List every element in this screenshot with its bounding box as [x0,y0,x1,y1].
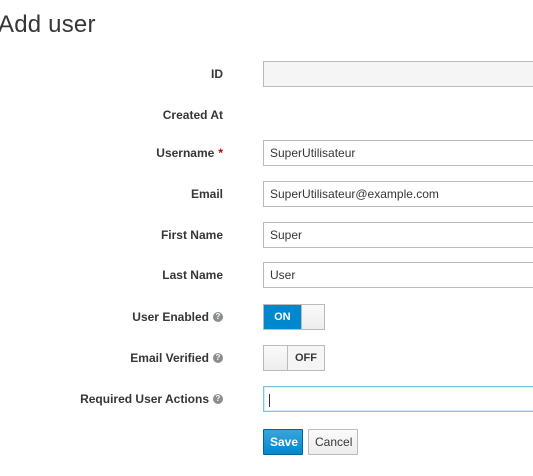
form-actions: Save Cancel [0,429,533,457]
username-label-text: Username [156,146,215,160]
required-user-actions-label-text: Required User Actions [80,392,209,406]
cancel-button[interactable]: Cancel [308,429,358,455]
username-field[interactable] [263,140,533,166]
user-enabled-label-text: User Enabled [132,310,209,324]
id-field[interactable] [263,61,533,87]
toggle-handle [264,346,288,370]
save-button[interactable]: Save [263,429,303,455]
last-name-field[interactable] [263,262,533,288]
toggle-off-label: OFF [288,346,324,370]
required-user-actions-label: Required User Actions ? [80,392,223,406]
question-circle-icon[interactable]: ? [213,394,223,404]
form-row-email: Email [0,181,533,209]
email-label-text: Email [190,187,223,201]
email-label: Email [191,187,223,201]
form-row-last-name: Last Name [0,262,533,290]
last-name-label: Last Name [162,268,223,282]
id-label: ID [211,67,223,81]
toggle-handle [300,305,324,329]
email-verified-toggle[interactable]: OFF [263,345,325,371]
created-at-label-text: Created At [162,108,223,122]
form-row-id: ID [0,61,533,89]
question-circle-icon[interactable]: ? [213,353,223,363]
form-row-created-at: Created At [0,102,533,130]
form-row-first-name: First Name [0,222,533,250]
last-name-label-text: Last Name [162,268,223,282]
user-enabled-toggle[interactable]: ON [263,304,325,330]
text-cursor [269,394,270,407]
form-row-username: Username * [0,140,533,168]
first-name-label: First Name [161,228,223,242]
first-name-label-text: First Name [160,228,223,242]
required-user-actions-field[interactable] [263,386,533,412]
required-marker: * [218,146,223,160]
email-verified-label: Email Verified ? [130,351,223,365]
question-circle-icon[interactable]: ? [213,312,223,322]
form-row-email-verified: Email Verified ? OFF [0,345,533,373]
email-verified-label-text: Email Verified [130,351,209,365]
username-label: Username * [156,146,223,160]
toggle-on-label: ON [264,305,301,329]
user-enabled-label: User Enabled ? [132,310,223,324]
created-at-label: Created At [163,108,223,122]
form-row-user-enabled: User Enabled ? ON [0,304,533,332]
first-name-field[interactable] [263,222,533,248]
id-label-text: ID [211,67,223,81]
page-title: Add user [0,11,96,38]
form-row-required-user-actions: Required User Actions ? [0,386,533,414]
email-field[interactable] [263,181,533,207]
